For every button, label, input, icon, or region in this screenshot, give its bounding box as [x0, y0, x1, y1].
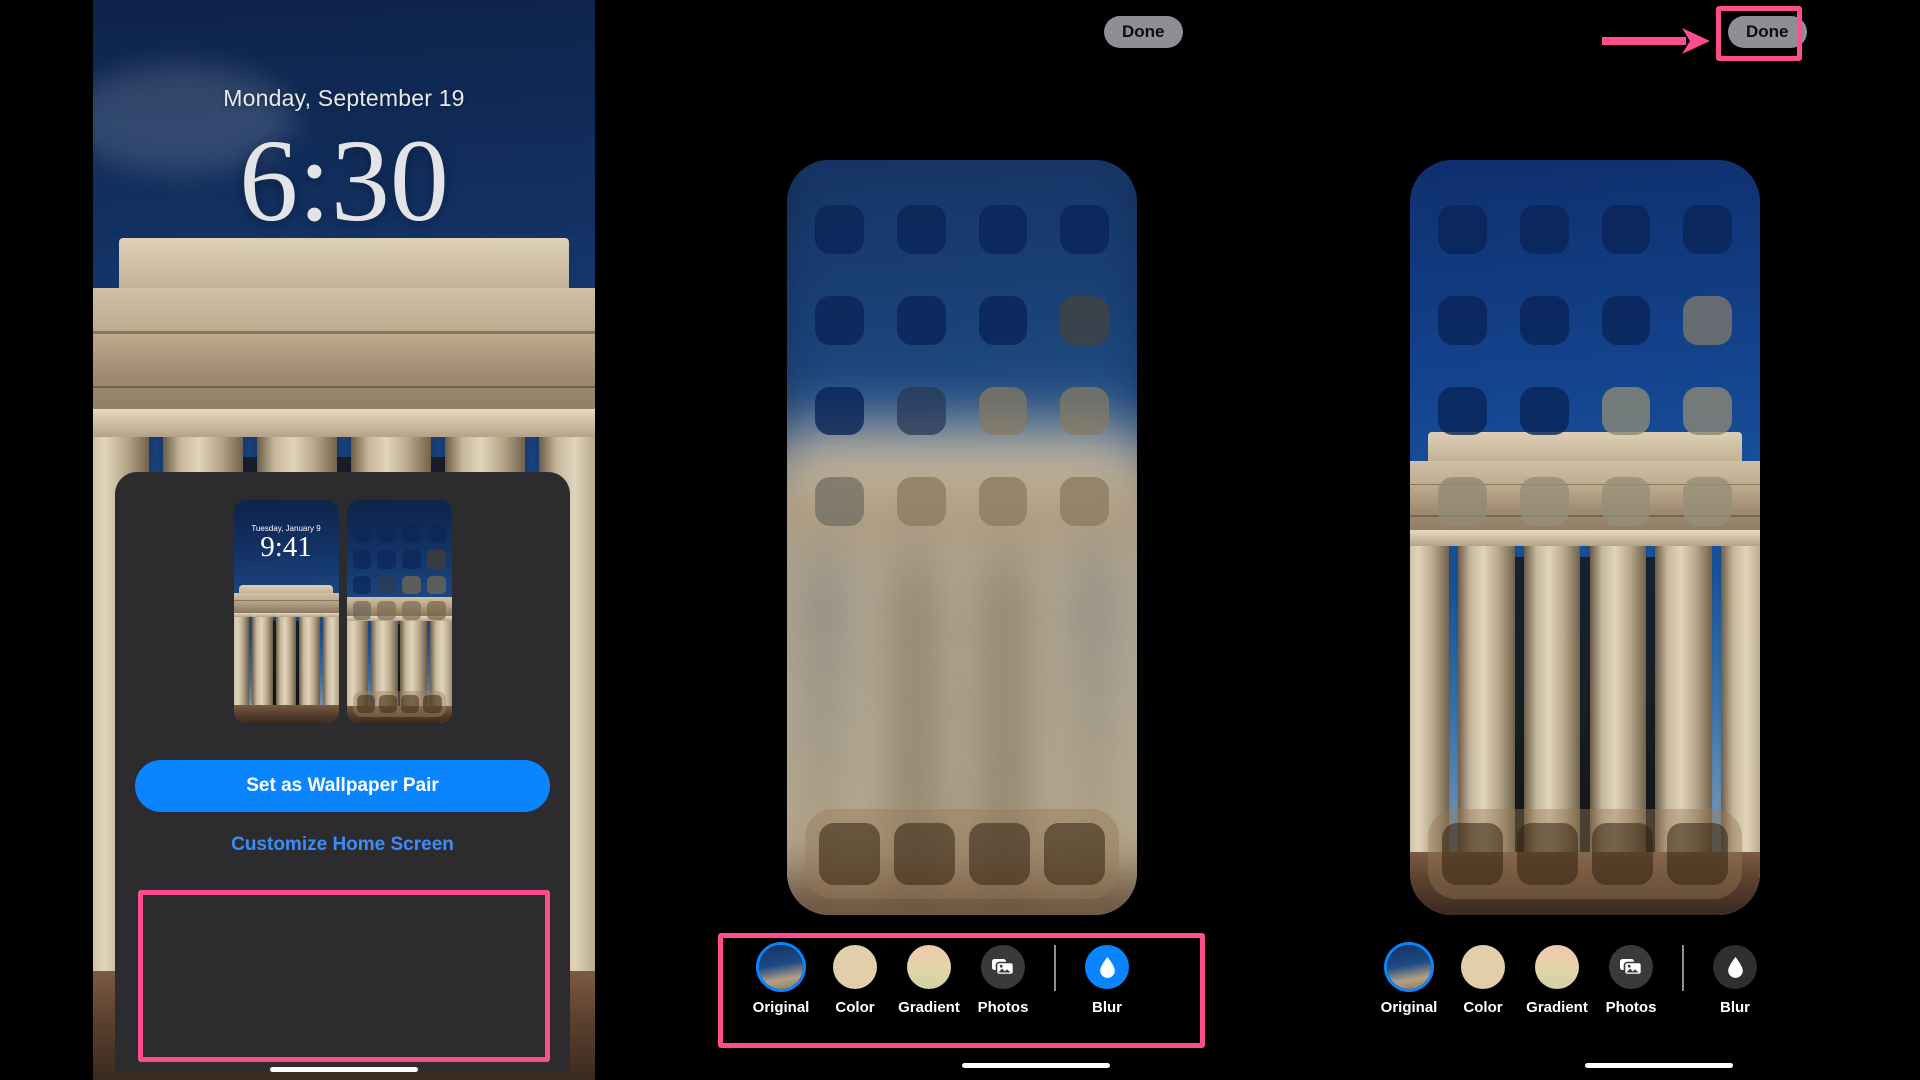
- app-icon-grid: [815, 205, 1109, 526]
- style-option-gradient[interactable]: Gradient: [892, 945, 966, 1016]
- wallpaper-style-options-center: Original Color Gradient Photos Blur: [744, 945, 1144, 1016]
- style-option-gradient[interactable]: Gradient: [1520, 945, 1594, 1016]
- home-dock: [1428, 809, 1742, 899]
- style-option-blur[interactable]: Blur: [1698, 945, 1772, 1016]
- photos-icon: [981, 945, 1025, 989]
- wallpaper-thumbnail-icon: [759, 945, 803, 989]
- gradient-swatch-icon: [907, 945, 951, 989]
- lock-screen-time: 6:30: [239, 115, 449, 246]
- wallpaper-style-options-right: Original Color Gradient Photos Blur: [1372, 945, 1772, 1016]
- style-option-label: Color: [1463, 999, 1503, 1016]
- lock-screen-date: Monday, September 19: [223, 85, 465, 111]
- thumbnail-app-grid: [352, 524, 446, 620]
- lock-screen-thumbnail[interactable]: Tuesday, January 9 9:41: [233, 500, 339, 723]
- home-indicator-center: [962, 1063, 1110, 1068]
- style-option-label: Original: [752, 999, 810, 1016]
- wallpaper-thumbnail-icon: [1387, 945, 1431, 989]
- color-swatch-icon: [1461, 945, 1505, 989]
- style-option-label: Blur: [1720, 999, 1750, 1016]
- set-as-wallpaper-pair-button[interactable]: Set as Wallpaper Pair: [135, 760, 550, 812]
- style-option-label: Original: [1380, 999, 1438, 1016]
- style-option-photos[interactable]: Photos: [1594, 945, 1668, 1016]
- done-button-right[interactable]: Done: [1728, 16, 1807, 48]
- style-option-color[interactable]: Color: [818, 945, 892, 1016]
- options-divider: [1054, 945, 1056, 991]
- style-option-label: Blur: [1092, 999, 1122, 1016]
- home-dock: [805, 809, 1119, 899]
- customize-home-screen-link[interactable]: Customize Home Screen: [135, 834, 550, 856]
- style-option-label: Gradient: [1526, 999, 1588, 1016]
- color-swatch-icon: [833, 945, 877, 989]
- style-option-label: Color: [835, 999, 875, 1016]
- thumbnail-time: 9:41: [260, 531, 312, 563]
- annotation-arrow-icon: [1602, 28, 1710, 54]
- water-drop-icon: [1085, 945, 1129, 989]
- style-option-label: Gradient: [898, 999, 960, 1016]
- water-drop-icon: [1713, 945, 1757, 989]
- home-indicator-right: [1585, 1063, 1733, 1068]
- home-screen-thumbnail[interactable]: [346, 500, 452, 723]
- style-option-original[interactable]: Original: [1372, 945, 1446, 1016]
- thumbnail-dock: [352, 691, 446, 717]
- photos-icon: [1609, 945, 1653, 989]
- wallpaper-pair-previews: Tuesday, January 9 9:41: [115, 500, 570, 723]
- style-option-original[interactable]: Original: [744, 945, 818, 1016]
- options-divider: [1682, 945, 1684, 991]
- style-option-color[interactable]: Color: [1446, 945, 1520, 1016]
- style-option-photos[interactable]: Photos: [966, 945, 1040, 1016]
- done-button-center[interactable]: Done: [1104, 16, 1183, 48]
- app-icon-grid: [1438, 205, 1732, 526]
- home-screen-preview-blurred[interactable]: [787, 160, 1137, 915]
- style-option-label: Photos: [977, 999, 1029, 1016]
- style-option-label: Photos: [1605, 999, 1657, 1016]
- wallpaper-action-sheet: Tuesday, January 9 9:41 Set as Wallpaper…: [115, 472, 570, 1072]
- style-option-blur[interactable]: Blur: [1070, 945, 1144, 1016]
- screenshot-root: Monday, September 19 6:30 Tuesday, Janua…: [0, 0, 1920, 1080]
- home-screen-preview-sharp[interactable]: [1410, 160, 1760, 915]
- home-indicator: [270, 1067, 418, 1072]
- gradient-swatch-icon: [1535, 945, 1579, 989]
- lock-screen-preview: Monday, September 19 6:30 Tuesday, Janua…: [93, 0, 595, 1080]
